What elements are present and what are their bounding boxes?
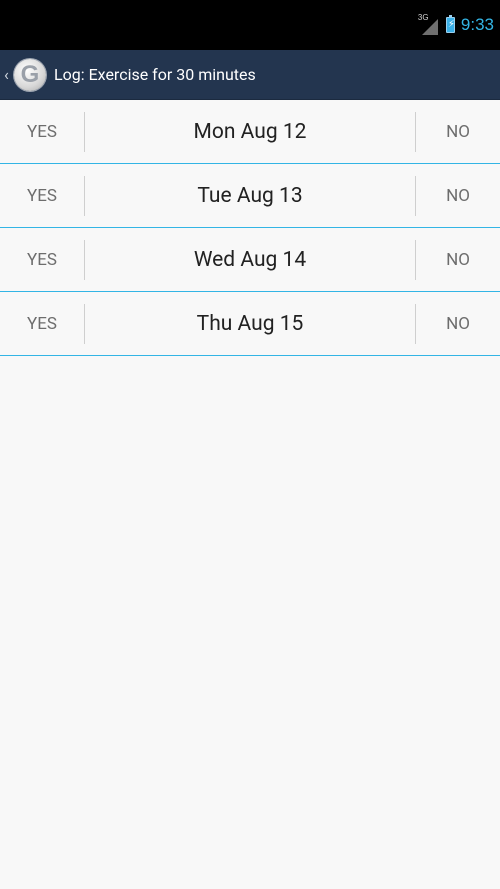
date-label: Tue Aug 13 [197,183,303,208]
yes-button[interactable]: YES [0,100,84,163]
yes-button[interactable]: YES [0,228,84,291]
signal-bars [421,19,438,35]
yes-button[interactable]: YES [0,292,84,355]
no-button[interactable]: NO [416,164,500,227]
battery-charging-icon: ⚡ [445,15,455,33]
log-row: YES Tue Aug 13 NO [0,164,500,228]
date-label: Wed Aug 14 [193,247,307,272]
status-clock: 9:33 [460,15,494,34]
app-logo-letter: G [20,60,40,88]
date-label: Thu Aug 15 [196,311,304,336]
action-bar: ‹ G Log: Exercise for 30 minutes [0,50,500,100]
signal-3g-icon: 3G [418,13,438,35]
yes-button[interactable]: YES [0,164,84,227]
app-logo-icon[interactable]: G [14,58,46,91]
log-list: YES Mon Aug 12 NO YES Tue Aug 13 NO YES … [0,100,500,356]
no-button[interactable]: NO [416,100,500,163]
log-row: YES Thu Aug 15 NO [0,292,500,356]
no-button[interactable]: NO [416,292,500,355]
log-row: YES Wed Aug 14 NO [0,228,500,292]
log-row: YES Mon Aug 12 NO [0,100,500,164]
status-bar: 3G ⚡ 9:33 [0,0,500,50]
page-title: Log: Exercise for 30 minutes [54,65,256,84]
up-caret-icon[interactable]: ‹ [4,50,12,100]
charging-bolt-icon: ⚡ [447,19,455,30]
no-button[interactable]: NO [416,228,500,291]
date-label: Mon Aug 12 [193,119,307,144]
